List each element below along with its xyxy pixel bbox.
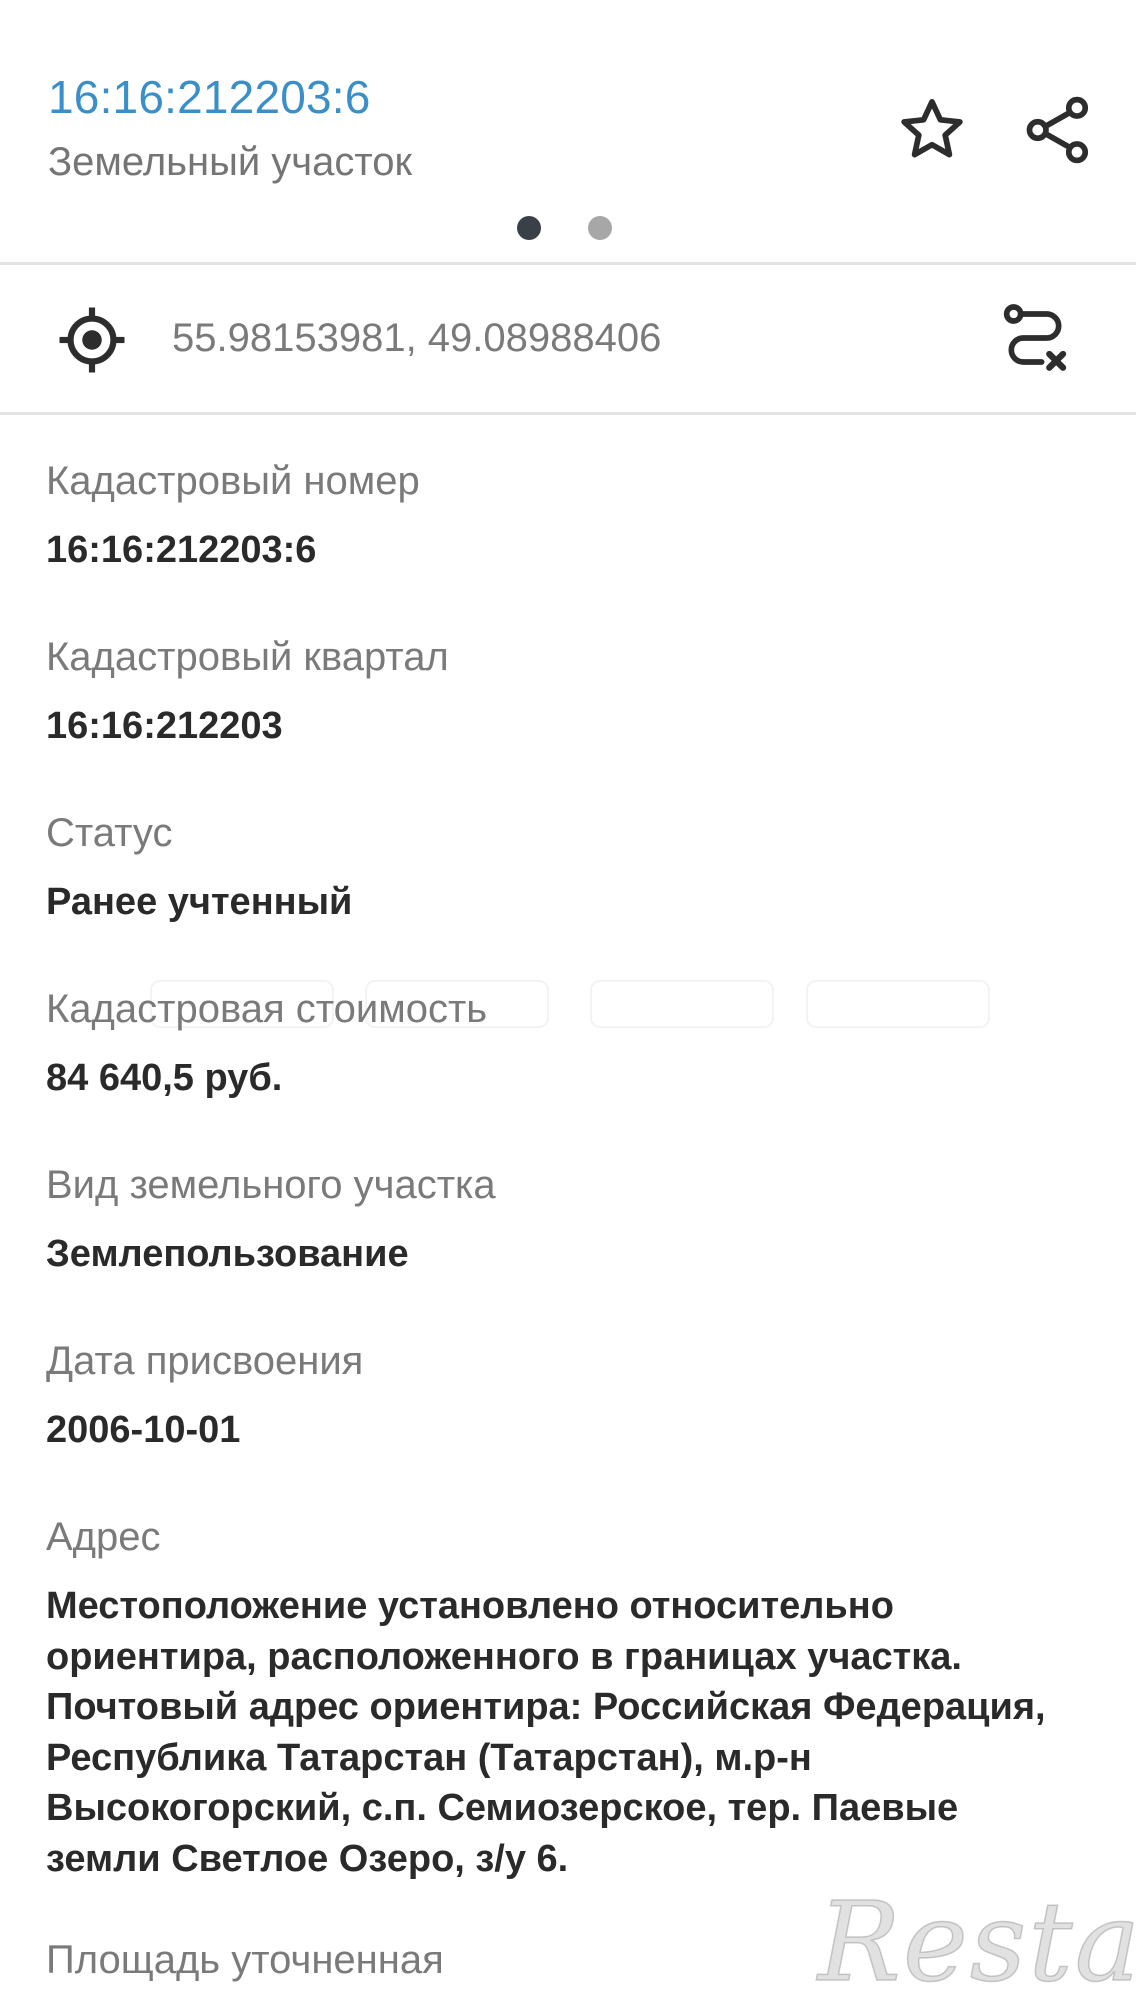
favorite-button[interactable] — [892, 90, 972, 170]
star-outline-icon — [901, 98, 963, 158]
coordinates-divider — [0, 412, 1136, 415]
address-line: Республика Татарстан (Татарстан), м.р-н — [46, 1736, 812, 1779]
address-line: Местоположение установлено относительно — [46, 1585, 894, 1627]
field-cadastral-quarter: Кадастровый квартал 16:16:212203 — [46, 631, 1106, 751]
field-status: Статус Ранее учтенный — [46, 807, 1106, 927]
field-value[interactable]: 16:16:212203:6 — [46, 525, 1106, 575]
card-header: 16:16:212203:6 Земельный участок — [0, 0, 1136, 262]
field-value[interactable]: 16:16:212203 — [46, 701, 1106, 751]
coordinates-row: 55.98153981, 49.08988406 — [0, 266, 1136, 412]
object-type-subtitle: Земельный участок — [48, 140, 413, 184]
field-value: 84 640,5 руб. — [46, 1057, 283, 1099]
header-divider — [0, 262, 1136, 265]
coordinates-text[interactable]: 55.98153981, 49.08988406 — [172, 316, 661, 361]
locate-button[interactable] — [52, 300, 132, 380]
field-label: Адрес — [46, 1515, 161, 1559]
field-value: Ранее учтенный — [46, 881, 353, 923]
route-clear-icon — [1003, 304, 1067, 371]
restate-watermark: Restate — [817, 1877, 1136, 2000]
field-label: Кадастровый квартал — [46, 635, 449, 679]
share-button[interactable] — [1018, 90, 1098, 170]
page-dot-1[interactable] — [517, 216, 541, 240]
field-assignment-date: Дата присвоения 2006-10-01 — [46, 1335, 1106, 1455]
crosshair-icon — [59, 307, 125, 373]
page-indicator — [0, 216, 1136, 242]
field-label: Кадастровая стоимость — [46, 987, 488, 1031]
field-label: Кадастровый номер — [46, 459, 420, 503]
field-cadastral-number: Кадастровый номер 16:16:212203:6 — [46, 455, 1106, 575]
share-icon — [1026, 96, 1089, 164]
field-label: Вид земельного участка — [46, 1163, 496, 1207]
address-line: Высокогорский, с.п. Семиозерское, тер. П… — [46, 1787, 959, 1829]
field-cadastral-value: Кадастровая стоимость 84 640,5 руб. — [46, 983, 1106, 1103]
cadastral-number-title[interactable]: 16:16:212203:6 — [48, 70, 371, 124]
field-value: Землепользование — [46, 1233, 409, 1275]
field-label: Статус — [46, 811, 173, 855]
address-line: Почтовый адрес ориентира: Российская Фед… — [46, 1686, 1046, 1728]
address-line: ориентира, расположенного в границах уча… — [46, 1635, 962, 1678]
land-plot-card: 16:16:212203:6 Земельный участок 55.9815… — [0, 0, 1136, 2000]
field-address: Адрес Местоположение установлено относит… — [46, 1511, 1106, 1884]
field-label: Дата присвоения — [46, 1339, 364, 1383]
field-land-plot-type: Вид земельного участка Землепользование — [46, 1159, 1106, 1279]
address-line: земли Светлое Озеро, з/у 6. — [46, 1837, 569, 1880]
route-button[interactable] — [995, 298, 1075, 378]
field-value: 2006-10-01 — [46, 1409, 241, 1451]
address-value[interactable]: Местоположение установлено относительно … — [46, 1581, 1106, 1884]
page-dot-2[interactable] — [588, 216, 612, 240]
